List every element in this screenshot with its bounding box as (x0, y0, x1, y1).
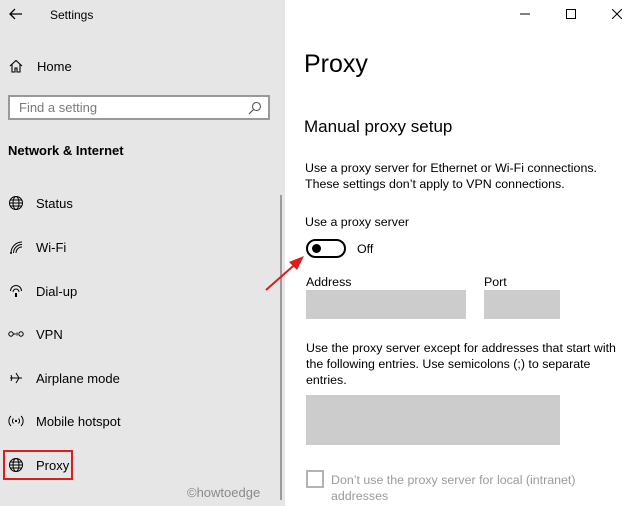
sidebar-item-status[interactable]: Status (0, 190, 280, 216)
sidebar-item-vpn[interactable]: VPN (0, 321, 280, 347)
local-bypass-label: Don’t use the proxy server for local (in… (331, 473, 576, 503)
toggle-state-label: Off (357, 242, 374, 256)
wifi-icon (7, 238, 25, 256)
minimize-button[interactable] (502, 0, 548, 28)
address-input[interactable] (306, 290, 466, 319)
sidebar-item-wifi[interactable]: Wi-Fi (0, 234, 280, 260)
sidebar-item-hotspot[interactable]: Mobile hotspot (0, 408, 280, 434)
sidebar-item-label: Status (36, 195, 73, 211)
section-title: Network & Internet (8, 143, 124, 158)
sidebar: Settings Home Find a setting Network & I… (0, 0, 285, 506)
sidebar-item-label: Airplane mode (36, 370, 120, 386)
exceptions-label: Use the proxy server except for addresse… (306, 341, 616, 387)
title-bar: Settings (0, 0, 285, 30)
window-controls (502, 0, 640, 28)
port-input[interactable] (484, 290, 560, 319)
local-bypass-checkbox[interactable] (306, 470, 324, 488)
vpn-icon (7, 325, 25, 343)
home-icon (8, 58, 24, 74)
toggle-knob (312, 244, 321, 253)
hotspot-icon (7, 412, 25, 430)
sidebar-item-airplane[interactable]: Airplane mode (0, 365, 280, 391)
search-input[interactable]: Find a setting (8, 95, 270, 120)
search-placeholder: Find a setting (19, 100, 98, 115)
close-icon (612, 9, 622, 19)
back-button[interactable] (6, 4, 26, 24)
sidebar-item-label: VPN (36, 326, 63, 342)
port-label: Port (484, 275, 507, 289)
address-label: Address (306, 275, 352, 289)
maximize-icon (566, 9, 576, 19)
maximize-button[interactable] (548, 0, 594, 28)
page-title: Proxy (304, 50, 368, 78)
sidebar-item-dialup[interactable]: Dial-up (0, 278, 280, 304)
watermark: ©howtoedge (187, 485, 261, 500)
home-label: Home (37, 58, 72, 74)
home-nav[interactable]: Home (8, 55, 72, 77)
search-icon (248, 101, 262, 115)
section-title: Manual proxy setup (304, 117, 453, 136)
sidebar-scrollbar[interactable] (280, 195, 282, 500)
use-proxy-toggle[interactable] (306, 239, 346, 258)
airplane-icon (7, 369, 25, 387)
close-button[interactable] (594, 0, 640, 28)
app-title: Settings (50, 8, 94, 22)
sidebar-item-label: Wi-Fi (36, 239, 67, 255)
proxy-highlight-box (3, 450, 73, 480)
proxy-description: Use a proxy server for Ethernet or Wi-Fi… (305, 161, 597, 191)
annotation-arrow-icon (265, 256, 304, 291)
back-arrow-icon (9, 8, 22, 20)
sidebar-item-label: Dial-up (36, 283, 78, 299)
main-panel: Proxy Manual proxy setup Use a proxy ser… (285, 0, 640, 506)
exceptions-input[interactable] (306, 395, 560, 445)
globe-status-icon (7, 194, 25, 212)
minimize-icon (520, 13, 530, 15)
dialup-icon (7, 282, 25, 300)
sidebar-item-label: Mobile hotspot (36, 413, 121, 429)
use-proxy-label: Use a proxy server (305, 215, 409, 229)
